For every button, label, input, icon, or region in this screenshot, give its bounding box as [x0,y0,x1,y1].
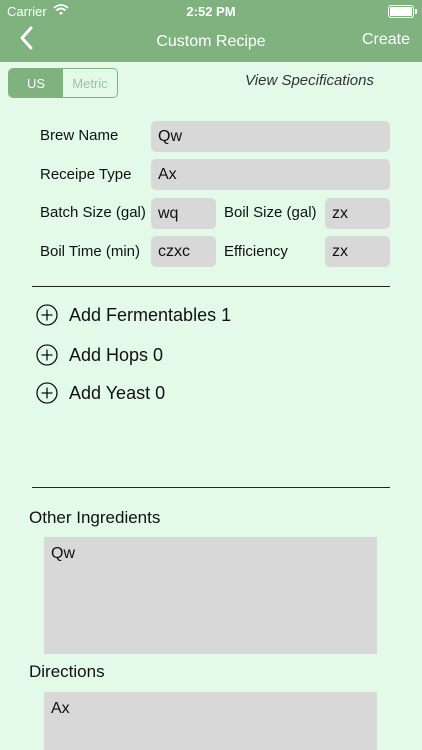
create-button[interactable]: Create [362,31,410,49]
divider [32,286,390,287]
unit-segmented-control: US Metric [8,68,118,98]
brew-name-label: Brew Name [40,127,119,144]
recipe-type-field[interactable]: Ax [151,159,390,190]
directions-textarea[interactable]: Ax [44,692,377,750]
page-title: Custom Recipe [156,33,266,50]
plus-circle-icon [36,344,58,366]
plus-circle-icon [36,382,58,404]
batch-size-field[interactable]: wq [151,198,216,229]
unit-us-segment[interactable]: US [9,69,63,97]
status-bar: Carrier 2:52 PM [0,0,422,22]
other-ingredients-textarea[interactable]: Qw [44,537,377,654]
boil-size-field[interactable]: zx [325,198,390,229]
brew-name-field[interactable]: Qw [151,121,390,152]
status-time: 2:52 PM [186,4,236,19]
plus-circle-icon [36,304,58,326]
boil-size-label: Boil Size (gal) [224,204,317,221]
other-ingredients-label: Other Ingredients [29,508,161,527]
add-fermentables-button[interactable]: Add Fermentables 1 [36,304,231,326]
view-specifications-link[interactable]: View Specifications [245,72,374,89]
batch-size-label: Batch Size (gal) [40,204,146,221]
efficiency-field[interactable]: zx [325,236,390,267]
add-fermentables-label: Add Fermentables 1 [69,304,232,325]
unit-metric-segment[interactable]: Metric [63,69,117,97]
boil-time-field[interactable]: czxc [151,236,216,267]
add-yeast-button[interactable]: Add Yeast 0 [36,382,165,404]
efficiency-label: Efficiency [224,243,288,260]
recipe-type-label: Receipe Type [40,166,132,183]
directions-label: Directions [29,662,105,681]
nav-bar: Carrier 2:52 PM Custom Recipe Create [0,0,422,62]
add-yeast-label: Add Yeast 0 [69,382,166,403]
add-hops-button[interactable]: Add Hops 0 [36,344,163,366]
battery-icon [388,5,417,18]
boil-time-label: Boil Time (min) [40,243,141,260]
divider [32,487,390,488]
add-hops-label: Add Hops 0 [69,344,164,365]
